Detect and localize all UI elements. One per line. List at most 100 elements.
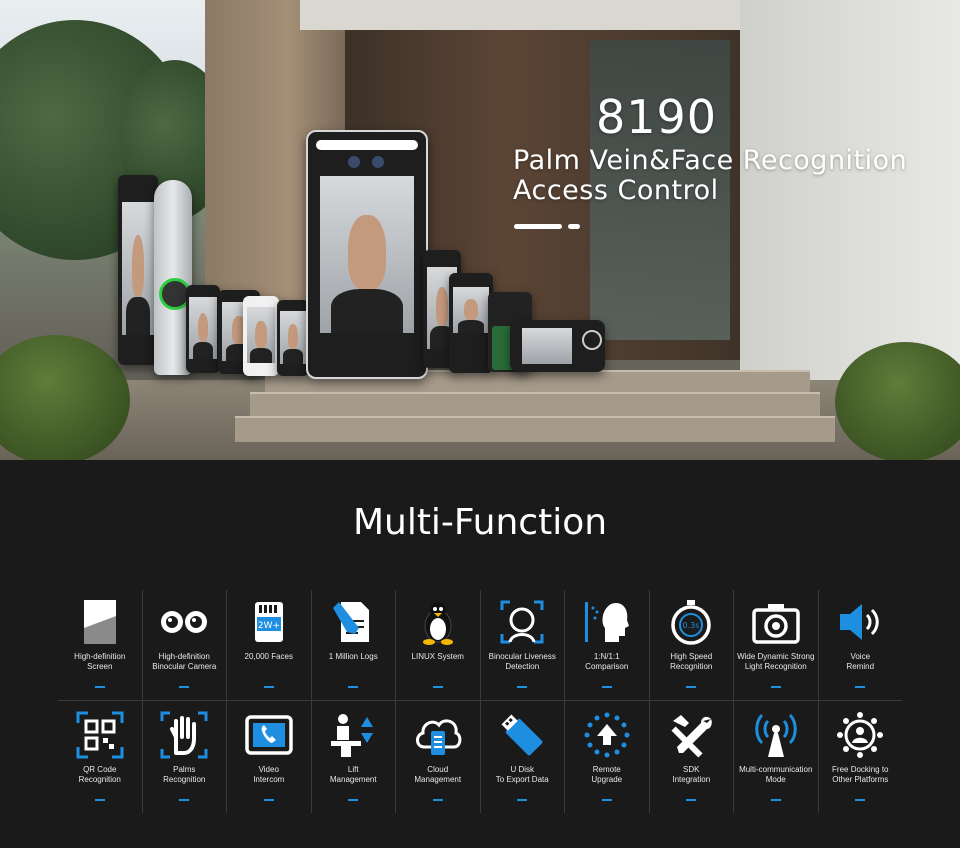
- feature-u-disk: U Disk To Export Data: [479, 701, 565, 813]
- hero-banner: 8190 Palm Vein&Face Recognition Access C…: [0, 0, 960, 460]
- cloud-icon: [415, 719, 462, 755]
- feature-label-line2: Management: [329, 775, 377, 784]
- step-middle: [250, 392, 820, 416]
- feature-label-line1: Video: [258, 765, 279, 774]
- feature-label-line1: High Speed: [670, 652, 713, 661]
- feature-label-line2: Comparison: [585, 662, 629, 671]
- feature-binocular-camera: High-definition Binocular Camera: [141, 590, 227, 700]
- stopwatch-icon: 0.3s: [671, 600, 711, 645]
- accent-bar: [601, 799, 612, 801]
- accent-bar: [179, 799, 190, 801]
- white-wall: [740, 0, 960, 390]
- step-bottom: [235, 416, 835, 442]
- antenna-icon: [755, 713, 797, 757]
- feature-label-line2: Remind: [846, 662, 875, 671]
- face-compare-icon: [584, 602, 629, 642]
- feature-remote-upgrade: Remote Upgrade: [564, 701, 649, 813]
- video-phone-icon: [245, 715, 293, 755]
- feature-label-line2: Mode: [765, 775, 786, 784]
- accent-bar: [263, 799, 274, 801]
- remote-upgrade-icon: [584, 712, 630, 758]
- feature-label-line1: Binocular Liveness: [488, 652, 556, 661]
- tools-icon: [671, 715, 713, 758]
- device-wide-palm: [510, 320, 605, 372]
- device-keypad: [449, 273, 493, 373]
- feature-grid: High-definition Screen High-definition Bin…: [58, 590, 902, 813]
- binocular-camera-icon: [161, 611, 208, 633]
- feature-wide-dynamic: Wide Dynamic Strong Light Recognition: [733, 590, 818, 700]
- device-small-3: [243, 296, 279, 376]
- accent-bar: [855, 799, 866, 801]
- palm-scan-icon: [160, 711, 208, 759]
- feature-label-line1: Wide Dynamic Strong: [737, 652, 815, 661]
- camera-icon: [752, 604, 800, 644]
- feature-qr-code: QR Code Recognition: [58, 701, 142, 813]
- accent-bar: [432, 799, 443, 801]
- feature-label-line1: Free Docking to: [832, 765, 889, 774]
- accent-bar: [686, 686, 697, 688]
- feature-label-line2: Light Recognition: [744, 662, 807, 671]
- feature-lift: Lift Management: [310, 701, 396, 813]
- bush-left: [0, 335, 130, 460]
- feature-label-line2: Integration: [672, 775, 711, 784]
- device-small-1: [186, 285, 220, 373]
- feature-label-line2: Other Platforms: [832, 775, 889, 784]
- feature-row-1: High-definition Screen High-definition Bin…: [58, 590, 902, 700]
- accent-bar: [855, 686, 866, 688]
- feature-label-line1: QR Code: [83, 765, 117, 774]
- accent-bar: [601, 686, 612, 688]
- stopwatch-text: 0.3s: [683, 621, 700, 630]
- feature-label-line1: Remote: [592, 765, 621, 774]
- accent-bar: [348, 686, 359, 688]
- feature-label-line1: Cloud: [427, 765, 449, 774]
- screen-icon: [83, 600, 116, 644]
- feature-free-docking: Free Docking to Other Platforms: [817, 701, 903, 813]
- feature-video-intercom: Video Intercom: [226, 701, 311, 813]
- page: 8190 Palm Vein&Face Recognition Access C…: [0, 0, 960, 848]
- device-8190-main: [306, 130, 428, 379]
- roof-overhang: [300, 0, 800, 30]
- memory-card-icon: 2W+: [254, 602, 283, 642]
- feature-hd-screen: High-definition Screen: [58, 590, 142, 700]
- face-scan-icon: [500, 600, 544, 644]
- feature-20000-faces: 2W+ 20,000 Faces: [226, 590, 311, 700]
- feature-liveness-detection: Binocular Liveness Detection: [479, 590, 565, 700]
- feature-voice-remind: Voice Remind: [817, 590, 903, 700]
- feature-label-line1: U Disk: [510, 765, 535, 774]
- accent-bar: [348, 799, 359, 801]
- document-edit-icon: [333, 602, 370, 642]
- linux-penguin-icon: [422, 602, 453, 645]
- platform-network-icon: [837, 712, 884, 758]
- accent-bar: [686, 799, 697, 801]
- accent-bar: [94, 686, 105, 688]
- feature-sdk: SDK Integration: [648, 701, 734, 813]
- accent-bar: [94, 799, 105, 801]
- accent-bar: [263, 686, 274, 688]
- accent-bar: [432, 686, 443, 688]
- usb-disk-icon: [501, 714, 543, 756]
- device-small-4: [277, 300, 309, 376]
- feature-label-line2: Management: [414, 775, 462, 784]
- feature-label-line2: Intercom: [253, 775, 285, 784]
- feature-label-line1: High-definition: [158, 652, 210, 661]
- feature-label-line2: Binocular Camera: [152, 662, 217, 671]
- feature-cloud: Cloud Management: [395, 701, 480, 813]
- accent-bar: [179, 686, 190, 688]
- device-pedestal: [118, 175, 158, 365]
- feature-label-line2: Detection: [505, 662, 540, 671]
- feature-high-speed: 0.3s High Speed Recognition: [648, 590, 734, 700]
- memory-card-text: 2W+: [258, 621, 280, 631]
- feature-label-line2: Recognition: [163, 775, 206, 784]
- feature-multi-communication: Multi-communication Mode: [733, 701, 818, 813]
- feature-comparison: 1:N/1:1 Comparison: [564, 590, 649, 700]
- feature-label-line1: High-definition: [74, 652, 126, 661]
- feature-label-line1: Voice: [850, 652, 871, 661]
- section-title: Multi-Function: [352, 502, 608, 543]
- accent-bar: [517, 686, 528, 688]
- feature-1m-logs: 1 Million Logs: [310, 590, 396, 700]
- hero-subtitle-line2: Access Control: [513, 175, 719, 206]
- feature-linux: LINUX System: [395, 590, 480, 700]
- feature-label-line1: 20,000 Faces: [244, 652, 293, 661]
- accent-bar: [517, 799, 528, 801]
- feature-label-line2: Screen: [87, 662, 113, 671]
